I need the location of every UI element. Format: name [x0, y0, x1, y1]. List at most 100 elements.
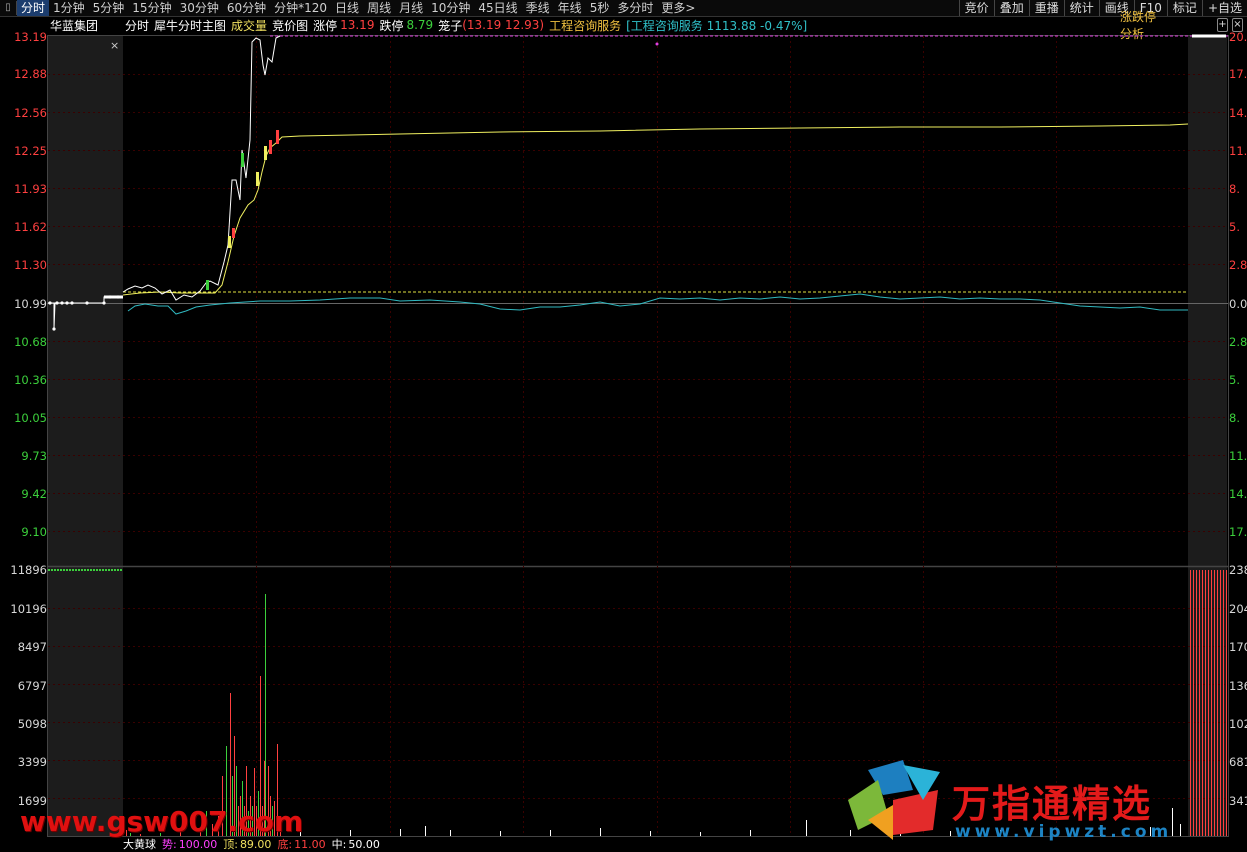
limit-up-value: 13.19 [340, 18, 375, 32]
price-axis-label: 13.19 [14, 30, 47, 44]
period-tab[interactable]: 分钟*120 [270, 0, 331, 16]
period-tab[interactable]: 日线 [331, 0, 363, 16]
price-axis-label: 10.05 [14, 411, 47, 425]
period-tab[interactable]: 15分钟 [128, 0, 175, 16]
panel-toggle-icon[interactable]: ▯ [0, 1, 17, 15]
intraday-chart: × [47, 34, 1229, 837]
period-tab[interactable]: 60分钟 [223, 0, 270, 16]
mode-label[interactable]: 分时 [125, 17, 149, 34]
signal-marker [264, 146, 267, 160]
volume-axis-label-right: 238 [1229, 563, 1247, 577]
pct-axis-label: 17. [1229, 525, 1247, 539]
sector-index-line [127, 293, 1188, 315]
indicator-name[interactable]: 大黄球 [123, 836, 156, 852]
period-tab[interactable]: 45日线 [474, 0, 521, 16]
pct-axis-label: 11. [1229, 449, 1247, 463]
price-axis-label: 12.25 [14, 144, 47, 158]
zoom-in-icon[interactable]: + [1217, 18, 1228, 32]
auction-toggle[interactable]: 竞价图 [272, 17, 308, 34]
volume-axis-label-right: 204 [1229, 602, 1247, 616]
sector-name[interactable]: 工程咨询服务 [549, 17, 621, 34]
limit-up-label: 涨停 [313, 18, 338, 33]
limit-marker [655, 42, 659, 46]
tool-button[interactable]: 重播 [1028, 0, 1064, 16]
pct-axis-label: 2.8 [1229, 258, 1247, 272]
period-tab[interactable]: 30分钟 [176, 0, 223, 16]
volume-axis-label: 6797 [17, 679, 47, 693]
brand-title: 万指通精选 [952, 782, 1153, 826]
top-value: 89.00 [239, 837, 272, 851]
bottom-label: 底: [277, 838, 293, 851]
pct-axis-label: 8. [1229, 411, 1240, 425]
mid-value: 50.00 [348, 837, 380, 851]
watermark-gsw: www.gsw007.com [20, 805, 304, 838]
period-tab[interactable]: 周线 [363, 0, 395, 16]
price-axis-label: 11.30 [14, 258, 47, 272]
price-axis-label: 9.10 [21, 525, 47, 539]
limit-analysis-button[interactable]: 涨跌停分析 [1120, 8, 1165, 42]
volume-toggle[interactable]: 成交量 [231, 17, 267, 34]
volume-axis-label: 3399 [17, 755, 47, 769]
post-market-volume [1190, 570, 1227, 836]
period-toolbar: ▯ 分时 1分钟 5分钟 15分钟 30分钟 60分钟 分钟*120 日线 周线 月线 10分钟 45… [0, 0, 1247, 17]
price-line [122, 35, 281, 301]
signal-marker [256, 172, 259, 186]
signal-marker [232, 228, 235, 238]
close-marker: × [110, 39, 119, 52]
indicator-name[interactable]: 犀牛分时主图 [154, 17, 226, 34]
pct-axis-label: 0.0 [1229, 297, 1247, 311]
period-tab[interactable]: 季线 [522, 0, 554, 16]
cage-label: 笼子 [438, 18, 463, 33]
sector-index[interactable]: [工程咨询服务 1113.88 -0.47%] [626, 17, 807, 34]
volume-axis-label: 10196 [10, 602, 47, 616]
volume-axis-label-right: 341 [1229, 794, 1247, 808]
signal-marker [276, 130, 279, 144]
volume-axis-label-right: 170 [1229, 640, 1247, 654]
price-axis-label: 10.68 [14, 335, 47, 349]
price-axis-label: 10.99 [14, 297, 47, 311]
pre-market-points [48, 295, 123, 331]
signal-marker [228, 236, 231, 248]
signal-marker [269, 140, 272, 154]
period-tab[interactable]: 5秒 [586, 0, 614, 16]
tool-button[interactable]: 竞价 [958, 0, 994, 16]
period-tab[interactable]: 10分钟 [427, 0, 474, 16]
pct-axis-label: 2.8 [1229, 335, 1247, 349]
period-tab[interactable]: 1分钟 [49, 0, 89, 16]
stock-name: 华蓝集团 [50, 18, 99, 33]
price-axis-label: 9.73 [21, 449, 47, 463]
pct-axis-label: 8. [1229, 182, 1240, 196]
period-tab[interactable]: 分时 [17, 0, 50, 16]
pct-axis-label: 5. [1229, 373, 1240, 387]
bottom-value: 11.00 [294, 837, 326, 851]
period-tab[interactable]: 年线 [554, 0, 586, 16]
pct-axis-label: 14. [1229, 487, 1247, 501]
brand-logo [848, 760, 940, 840]
tool-button[interactable]: 标记 [1166, 0, 1202, 16]
period-tab[interactable]: 多分时 [613, 0, 657, 16]
period-tab[interactable]: 月线 [395, 0, 427, 16]
brand-url: www.vipwzt.com [955, 822, 1173, 842]
volume-axis-label: 8497 [17, 640, 47, 654]
price-axis-label: 9.42 [21, 487, 47, 501]
cage-value: (13.19 12.93) [462, 18, 545, 32]
tool-button[interactable]: 叠加 [993, 0, 1029, 16]
trend-value: 100.00 [178, 837, 218, 851]
signal-marker [206, 280, 209, 290]
limit-down-value: 8.79 [406, 18, 434, 32]
price-axis-label: 11.62 [14, 220, 47, 234]
volume-axis-label-right: 102 [1229, 717, 1247, 731]
pre-market-area [48, 35, 123, 837]
chart-info-bar: 华蓝集团 分时 犀牛分时主图 成交量 竞价图 涨停 13.19 跌停 8.79 … [0, 16, 1247, 34]
tool-button[interactable]: +自选 [1201, 0, 1247, 16]
tool-button[interactable]: 统计 [1063, 0, 1099, 16]
signal-marker [241, 153, 244, 167]
period-tab[interactable]: 5分钟 [89, 0, 129, 16]
pct-axis-label: 20. [1229, 30, 1247, 44]
pct-axis-label: 11. [1229, 144, 1247, 158]
mid-label: 中: [331, 838, 347, 851]
volume-axis-label-right: 136 [1229, 679, 1247, 693]
period-tab[interactable]: 更多> [657, 0, 699, 16]
price-axis-label: 10.36 [14, 373, 47, 387]
avg-price-line [122, 123, 1189, 296]
